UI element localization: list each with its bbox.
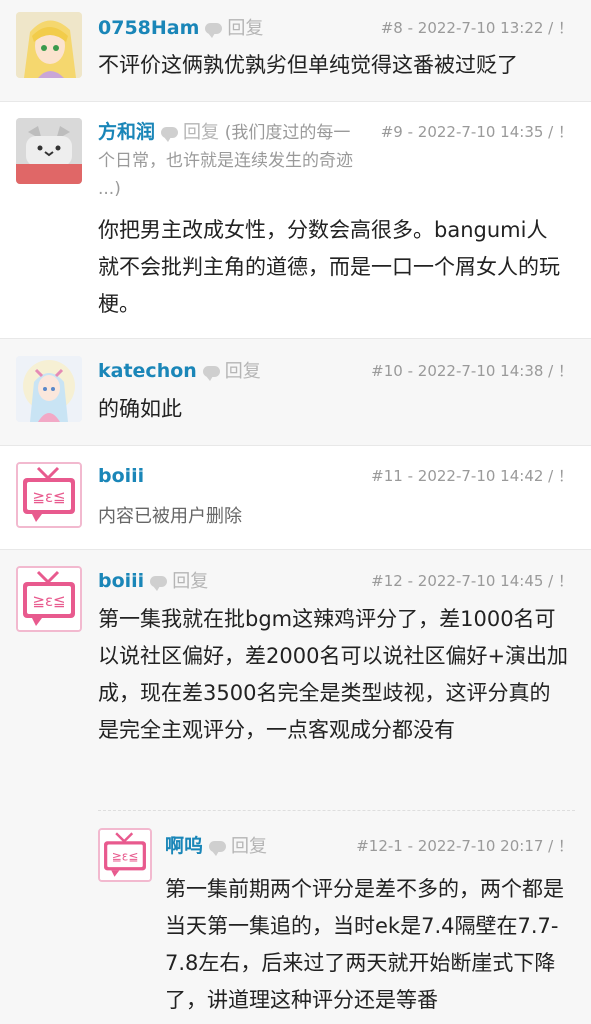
sub-reply-header: 啊呜 回复	[165, 832, 267, 861]
post-12: ≧ε≦ boiii 回复 #12 - 2022-7-10 14:45 / ！ 第一…	[0, 550, 591, 1024]
post-8: 0758Ham 回复 #8 - 2022-7-10 13:22 / ！ 不评价这俩…	[0, 0, 591, 102]
username[interactable]: 0758Ham	[98, 17, 199, 39]
reply-label: 回复	[231, 836, 268, 857]
post-header: boiii 回复	[98, 567, 208, 596]
reply-bubble-icon	[161, 126, 179, 142]
reply-button[interactable]: 回复	[150, 571, 208, 592]
username[interactable]: katechon	[98, 360, 197, 382]
floor-info[interactable]: #9 - 2022-7-10 14:35 / ！	[381, 118, 573, 146]
post-text: 不评价这俩孰优孰劣但单纯觉得这番被过贬了	[98, 53, 518, 77]
reply-button[interactable]: 回复	[161, 122, 219, 143]
post-header: 方和润 回复 (我们度过的每一 个日常，也许就是连续发生的奇迹 ...)	[98, 118, 398, 203]
reply-bubble-icon	[202, 365, 220, 381]
floor-info[interactable]: #12 - 2022-7-10 14:45 / ！	[371, 567, 573, 595]
post-text: 第一集我就在批bgm这辣鸡评分了，差1000名可以说社区偏好，差2000名可以说…	[98, 607, 569, 742]
floor-info[interactable]: #10 - 2022-7-10 14:38 / ！	[371, 357, 573, 385]
reply-label: 回复	[183, 122, 220, 143]
reply-bubble-icon	[150, 575, 168, 591]
sub-reply-divider	[98, 810, 575, 811]
username[interactable]: boiii	[98, 570, 144, 592]
avatar[interactable]	[16, 12, 82, 78]
floor-info[interactable]: #8 - 2022-7-10 13:22 / ！	[381, 14, 573, 42]
post-text: 你把男主改成女性，分数会高很多。bangumi人就不会批判主角的道德，而是一口一…	[98, 218, 560, 316]
deleted-notice: 内容已被用户删除	[98, 506, 242, 527]
user-signature-line1: (我们度过的每一	[224, 123, 351, 143]
post-header: katechon 回复	[98, 357, 261, 386]
post-header: boiii	[98, 462, 144, 491]
post-text: 的确如此	[98, 397, 182, 421]
reply-label: 回复	[227, 18, 264, 39]
sub-reply-text: 第一集前期两个评分是差不多的，两个都是当天第一集追的，当时ek是7.4隔壁在7.…	[165, 877, 564, 1012]
post-9: 方和润 回复 (我们度过的每一 个日常，也许就是连续发生的奇迹 ...) #9 -…	[0, 102, 591, 339]
username[interactable]: 方和润	[98, 121, 155, 143]
reply-bubble-icon	[205, 22, 223, 38]
avatar[interactable]: ≧ε≦	[98, 828, 152, 882]
post-10: katechon 回复 #10 - 2022-7-10 14:38 / ！ 的确如…	[0, 339, 591, 446]
post-header: 0758Ham 回复	[98, 14, 263, 43]
avatar[interactable]: ≧ε≦	[16, 566, 82, 632]
reply-label: 回复	[224, 361, 261, 382]
reply-button[interactable]: 回复	[202, 361, 261, 382]
reply-label: 回复	[172, 571, 209, 592]
reply-button[interactable]: 回复	[205, 18, 263, 39]
avatar[interactable]: ≧ε≦	[16, 462, 82, 528]
reply-bubble-icon	[209, 840, 227, 856]
post-11: ≧ε≦ boiii #11 - 2022-7-10 14:42 / ！ 内容已被…	[0, 446, 591, 550]
avatar[interactable]	[16, 356, 82, 422]
tv-avatar-face: ≧ε≦	[112, 850, 139, 864]
username[interactable]: 啊呜	[165, 835, 203, 857]
username[interactable]: boiii	[98, 465, 144, 487]
tv-avatar-face: ≧ε≦	[32, 488, 65, 506]
tv-avatar-face: ≧ε≦	[32, 592, 65, 610]
avatar[interactable]	[16, 118, 82, 184]
reply-button[interactable]: 回复	[209, 836, 267, 857]
floor-info[interactable]: #12-1 - 2022-7-10 20:17 / ！	[356, 832, 573, 860]
user-signature-line2: 个日常，也许就是连续发生的奇迹	[98, 151, 353, 171]
floor-info[interactable]: #11 - 2022-7-10 14:42 / ！	[371, 462, 573, 490]
user-signature-line3: ...)	[98, 179, 121, 199]
